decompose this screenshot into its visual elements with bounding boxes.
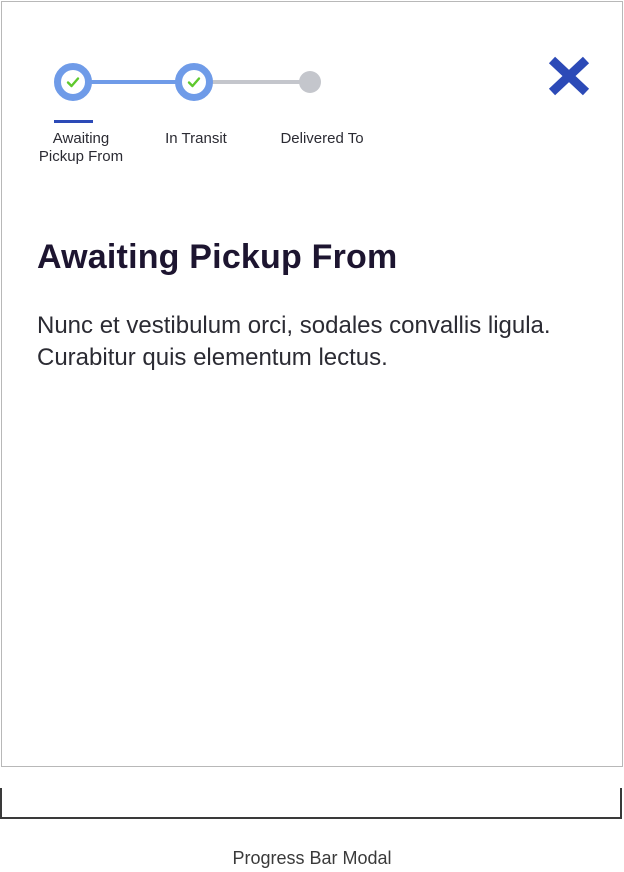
page-title: Awaiting Pickup From [37, 238, 398, 276]
check-icon [187, 77, 201, 88]
check-icon [66, 77, 80, 88]
step-1-label[interactable]: Awaiting Pickup From [26, 130, 136, 166]
step-3-indicator[interactable] [299, 71, 321, 93]
step-2-label[interactable]: In Transit [146, 130, 246, 148]
step-3-label[interactable]: Delivered To [262, 130, 382, 148]
progress-stepper: Awaiting Pickup From In Transit Delivere… [2, 2, 402, 182]
step-1-indicator[interactable] [54, 63, 92, 101]
active-step-indicator [54, 120, 93, 123]
close-icon [548, 56, 590, 96]
body-text: Nunc et vestibulum orci, sodales convall… [37, 312, 551, 371]
close-button[interactable] [546, 54, 592, 98]
progress-modal: Awaiting Pickup From In Transit Delivere… [1, 1, 623, 767]
caption: Progress Bar Modal [232, 848, 392, 868]
page: Awaiting Pickup From In Transit Delivere… [0, 0, 624, 872]
section-bracket [0, 788, 622, 819]
step-2-indicator[interactable] [175, 63, 213, 101]
